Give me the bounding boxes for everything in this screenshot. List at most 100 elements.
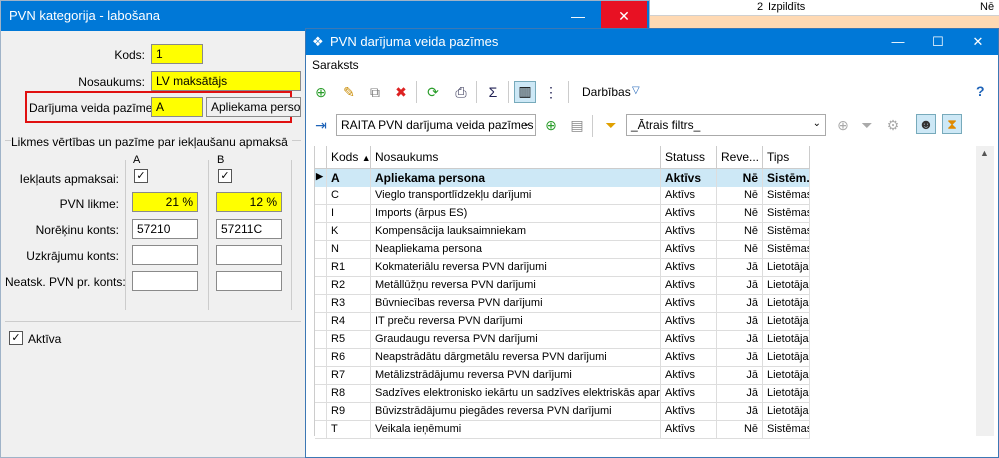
cell-st: Aktīvs <box>661 223 717 241</box>
cell-kods: R6 <box>327 349 371 367</box>
separator <box>416 81 417 103</box>
cell-nos: Imports (ārpus ES) <box>371 205 661 223</box>
cell-rev: Nē <box>717 205 763 223</box>
iekl-a-checkbox[interactable]: ✓ <box>134 169 148 183</box>
table-row[interactable]: C Vieglo transportlīdzekļu darījumi Aktīvs… <box>315 187 810 205</box>
tree-icon[interactable]: ⋮ <box>542 83 560 101</box>
minimize-icon[interactable]: — <box>555 1 601 31</box>
aktiva-checkbox[interactable]: ✓ <box>9 331 23 345</box>
column-header-tips[interactable]: Tips <box>763 146 810 169</box>
table-row[interactable]: N Neapliekama persona Aktīvs Nē Sistēmas <box>315 241 810 259</box>
chevron-down-icon[interactable]: ▽ <box>632 85 640 96</box>
neatsk-b-field[interactable] <box>216 271 282 291</box>
neatsk-a-field[interactable] <box>132 271 198 291</box>
delete-icon[interactable]: ✖ <box>392 83 410 101</box>
sum-icon[interactable]: Σ <box>484 83 502 101</box>
cell-tips: Lietotāja <box>763 349 810 367</box>
close-button[interactable]: ✕ <box>958 29 998 55</box>
cell: Izpildīts <box>768 1 806 13</box>
cell-tips: Sistēmas <box>763 421 810 439</box>
row-indicator <box>315 259 327 277</box>
cell-kods: I <box>327 205 371 223</box>
column-header-reverss[interactable]: Reve... <box>717 146 763 169</box>
darbibas-menu[interactable]: Darbības <box>582 85 631 99</box>
refresh-icon[interactable]: ⟳ <box>424 83 442 101</box>
table-row[interactable]: I Imports (ārpus ES) Aktīvs Nē Sistēmas <box>315 205 810 223</box>
cell-nos: Būvizstrādājumu piegādes reversa PVN dar… <box>371 403 661 421</box>
table-row[interactable]: R1 Kokmateriālu reversa PVN darījumi Aktīv… <box>315 259 810 277</box>
maximize-icon[interactable]: ☐ <box>918 29 958 55</box>
norekinu-a-field[interactable]: 57210 <box>132 219 198 239</box>
column-b-label: B <box>217 154 225 166</box>
table-row[interactable]: R2 Metāllūžņu reversa PVN darījumi Aktīvs J… <box>315 277 810 295</box>
cell: Nē <box>980 1 995 13</box>
table-row[interactable]: R8 Sadzīves elektronisko iekārtu un sadzī… <box>315 385 810 403</box>
print-icon[interactable]: ⎙ <box>452 83 470 101</box>
cell-rev: Nē <box>717 223 763 241</box>
close-button[interactable]: ✕ <box>601 1 647 31</box>
table-row[interactable]: R7 Metālizstrādājumu reversa PVN darījumi… <box>315 367 810 385</box>
uzkrajumu-a-field[interactable] <box>132 245 198 265</box>
divider <box>5 321 301 322</box>
table-row[interactable]: R6 Neapstrādātu dārgmetālu reversa PVN da… <box>315 349 810 367</box>
iekl-b-checkbox[interactable]: ✓ <box>218 169 232 183</box>
cell-rev: Jā <box>717 277 763 295</box>
uzkrajumu-b-field[interactable] <box>216 245 282 265</box>
add-filter-icon[interactable]: ⊕ <box>834 116 852 134</box>
scrollbar[interactable]: ▲ <box>976 146 994 436</box>
current-row-icon: ▶ <box>315 169 327 187</box>
add-icon[interactable]: ⊕ <box>312 83 330 101</box>
minimize-icon[interactable]: — <box>878 29 918 55</box>
norekinu-b-field[interactable]: 57211C <box>216 219 282 239</box>
view-combo[interactable]: RAITA PVN darījuma veida pazīmes ⌄ <box>336 114 536 136</box>
cell-rev: Jā <box>717 313 763 331</box>
scroll-up-icon[interactable]: ▲ <box>980 148 989 158</box>
quick-filter-combo[interactable]: _Ātrais filtrs_ ⌄ <box>626 114 826 136</box>
likme-b-field[interactable]: 12 % <box>216 192 282 212</box>
table-row[interactable]: R5 Graudaugu reversa PVN darījumi Aktīvs Jā… <box>315 331 810 349</box>
row-indicator <box>315 385 327 403</box>
cell-tips: Lietotāja <box>763 403 810 421</box>
cell-st: Aktīvs <box>661 295 717 313</box>
kods-label: Kods: <box>114 48 145 62</box>
columns-icon[interactable]: ▥ <box>514 81 536 103</box>
add-view-icon[interactable]: ⊕ <box>542 116 560 134</box>
manage-views-icon[interactable]: ▤ <box>568 116 586 134</box>
user-filter-icon[interactable]: ☻ <box>916 114 936 134</box>
table-row[interactable]: K Kompensācija lauksaimniekam Aktīvs Nē Sist… <box>315 223 810 241</box>
table-row[interactable]: R3 Būvniecības reversa PVN darījumi Aktīvs… <box>315 295 810 313</box>
column-header-nosaukums[interactable]: Nosaukums <box>371 146 661 169</box>
filter-icon[interactable]: ⏷ <box>602 116 620 134</box>
cell-kods: R1 <box>327 259 371 277</box>
table-row[interactable]: R4 IT preču reversa PVN darījumi Aktīvs Jā L… <box>315 313 810 331</box>
table-row[interactable]: T Veikala ieņēmumi Aktīvs Nē Sistēmas <box>315 421 810 439</box>
nosaukums-field[interactable]: LV maksātājs <box>151 71 301 91</box>
cell-tips: Sistēmas <box>763 223 810 241</box>
filter-off-icon[interactable]: ⏷ <box>858 116 876 134</box>
row-indicator <box>315 295 327 313</box>
cell-st: Aktīvs <box>661 349 717 367</box>
help-icon[interactable]: ? <box>976 83 985 99</box>
table-row[interactable]: R9 Būvizstrādājumu piegādes reversa PVN d… <box>315 403 810 421</box>
kods-field[interactable]: 1 <box>151 44 203 64</box>
import-icon[interactable]: ⇥ <box>312 116 330 134</box>
menu-saraksts[interactable]: Saraksts <box>312 58 359 72</box>
pazime-code-field[interactable]: A <box>151 97 203 117</box>
cell-st: Aktīvs <box>661 313 717 331</box>
cell-rev: Jā <box>717 295 763 313</box>
chevron-down-icon: ⌄ <box>522 118 531 129</box>
cell-nos: Metālizstrādājumu reversa PVN darījumi <box>371 367 661 385</box>
cell-tips: Lietotāja <box>763 385 810 403</box>
edit-icon[interactable]: ✎ <box>340 83 358 101</box>
pazime-label: Darījuma veida pazīme: <box>29 101 156 115</box>
copy-icon[interactable]: ⧉ <box>366 83 384 101</box>
table-row[interactable]: ▶AApliekama personaAktīvsNēSistēm... <box>315 169 810 187</box>
hourglass-icon[interactable]: ⧗ <box>942 114 962 134</box>
column-header-kods[interactable]: Kods ▲ <box>327 146 371 169</box>
lookup-window: ❖ PVN darījuma veida pazīmes — ☐ ✕ Sarak… <box>305 28 999 458</box>
cell-nos: Apliekama persona <box>371 169 661 187</box>
likme-a-field[interactable]: 21 % <box>132 192 198 212</box>
filter-settings-icon[interactable]: ⚙ <box>884 116 902 134</box>
cell-nos: Veikala ieņēmumi <box>371 421 661 439</box>
column-header-statuss[interactable]: Statuss <box>661 146 717 169</box>
